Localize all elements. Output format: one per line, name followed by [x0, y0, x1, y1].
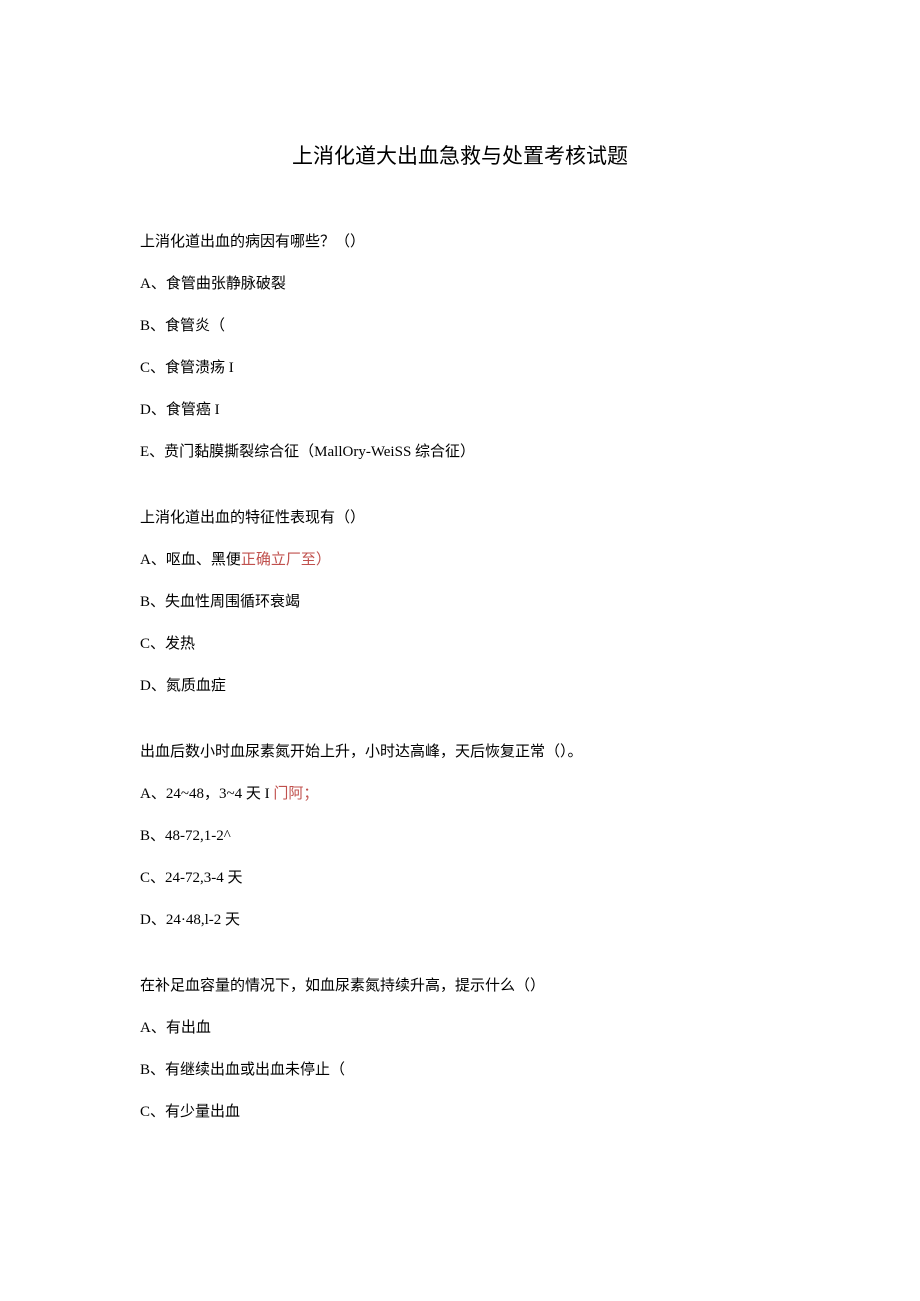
option-c: C、有少量出血 — [140, 1100, 780, 1124]
option-b: B、48-72,1-2^ — [140, 824, 780, 848]
question-4: 在补足血容量的情况下，如血尿素氮持续升高，提示什么（） A、有出血 B、有继续出… — [140, 974, 780, 1124]
option-c: C、24-72,3-4 天 — [140, 866, 780, 890]
option-b: B、食管炎（ — [140, 314, 780, 338]
option-hint: 正确立厂至） — [241, 552, 331, 568]
option-b: B、有继续出血或出血未停止（ — [140, 1058, 780, 1082]
question-stem: 上消化道出血的病因有哪些？（） — [140, 230, 780, 254]
question-stem: 出血后数小时血尿素氮开始上升，小时达高峰，天后恢复正常（）。 — [140, 740, 780, 764]
option-a: A、呕血、黑便正确立厂至） — [140, 548, 780, 572]
option-c: C、发热 — [140, 632, 780, 656]
option-a: A、24~48，3~4 天 I 门阿； — [140, 782, 780, 806]
page-title: 上消化道大出血急救与处置考核试题 — [140, 140, 780, 170]
option-d: D、食管癌 I — [140, 398, 780, 422]
option-label: A、24~48，3~4 天 I — [140, 786, 270, 802]
question-1: 上消化道出血的病因有哪些？（） A、食管曲张静脉破裂 B、食管炎（ C、食管溃疡… — [140, 230, 780, 464]
option-e: E、贲门黏膜撕裂综合征（MallOry-WeiSS 综合征） — [140, 440, 780, 464]
option-a: A、有出血 — [140, 1016, 780, 1040]
question-stem: 在补足血容量的情况下，如血尿素氮持续升高，提示什么（） — [140, 974, 780, 998]
option-a: A、食管曲张静脉破裂 — [140, 272, 780, 296]
option-d: D、氮质血症 — [140, 674, 780, 698]
option-label: A、呕血、黑便 — [140, 552, 241, 568]
question-2: 上消化道出血的特征性表现有（） A、呕血、黑便正确立厂至） B、失血性周围循环衰… — [140, 506, 780, 698]
option-d: D、24·48,l-2 天 — [140, 908, 780, 932]
option-hint: 门阿； — [270, 786, 319, 802]
option-c: C、食管溃疡 I — [140, 356, 780, 380]
question-stem: 上消化道出血的特征性表现有（） — [140, 506, 780, 530]
question-3: 出血后数小时血尿素氮开始上升，小时达高峰，天后恢复正常（）。 A、24~48，3… — [140, 740, 780, 932]
option-b: B、失血性周围循环衰竭 — [140, 590, 780, 614]
